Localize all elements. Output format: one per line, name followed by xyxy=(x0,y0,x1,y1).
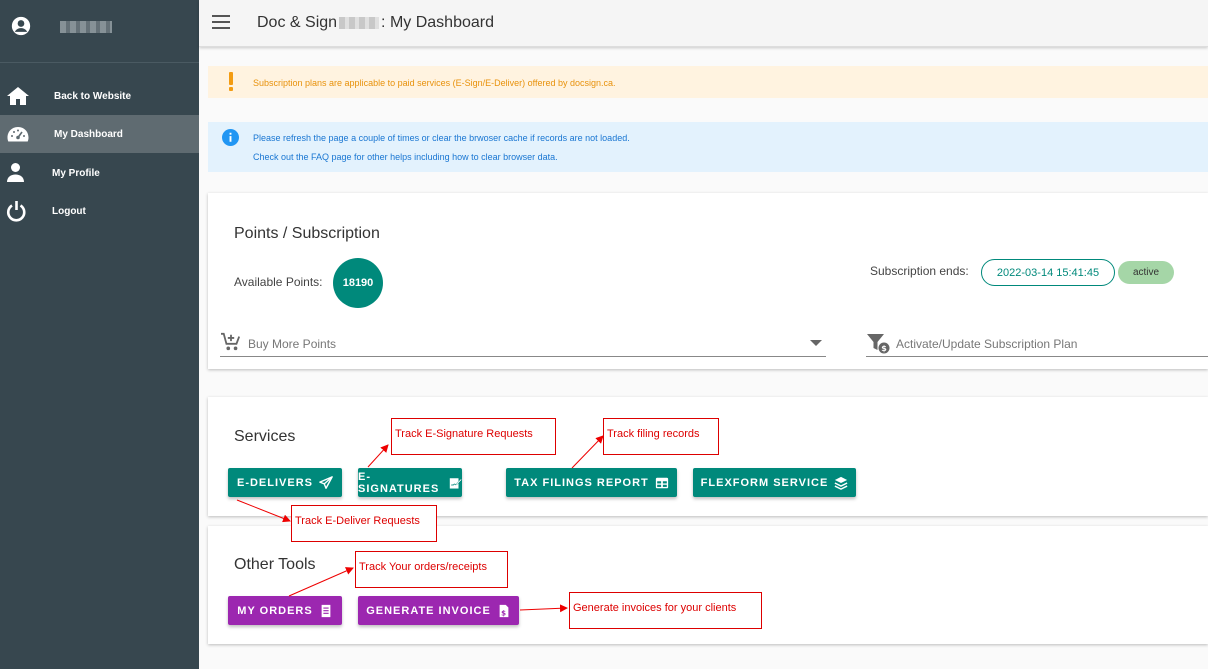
account-circle-icon[interactable] xyxy=(11,16,31,36)
sidebar-item-label: Back to Website xyxy=(54,90,132,102)
title-suffix: : My Dashboard xyxy=(381,14,494,31)
layers-icon xyxy=(834,476,848,490)
e-delivers-label: E-DELIVERS xyxy=(236,476,313,489)
sidebar-item-label: Logout xyxy=(52,205,86,217)
annotation-edeliver: Track E-Deliver Requests xyxy=(291,505,437,542)
hamburger-menu-icon[interactable] xyxy=(212,13,230,31)
flexform-service-button[interactable]: FLEXFORM SERVICE xyxy=(693,468,856,497)
title-prefix: Doc & Sign xyxy=(257,14,338,31)
e-delivers-button[interactable]: E-DELIVERS xyxy=(228,468,342,497)
annotation-orders: Track Your orders/receipts xyxy=(355,551,508,588)
signature-icon xyxy=(450,477,462,489)
sidebar-item-back-to-website[interactable]: Back to Website xyxy=(0,77,199,115)
annotation-esign: Track E-Signature Requests xyxy=(391,418,556,455)
subscription-ends-label: Subscription ends: xyxy=(870,264,969,278)
username-redacted xyxy=(60,21,112,33)
subscription-status-chip: active xyxy=(1118,261,1174,284)
subscription-date-chip: 2022-03-14 15:41:45 xyxy=(981,259,1115,286)
sidebar-item-label: My Dashboard xyxy=(54,128,123,140)
generate-invoice-button[interactable]: GENERATE INVOICE $ xyxy=(358,596,519,625)
invoice-dollar-icon: $ xyxy=(499,604,509,617)
title-redacted xyxy=(339,17,380,29)
annotation-tax: Track filing records xyxy=(603,418,719,455)
flexform-label: FLEXFORM SERVICE xyxy=(700,476,829,489)
sidebar-item-my-profile[interactable]: My Profile xyxy=(0,154,199,192)
exclamation-icon xyxy=(229,72,233,91)
filter-dollar-icon: $ xyxy=(867,334,890,354)
sidebar-item-label: My Profile xyxy=(52,167,100,179)
my-orders-button[interactable]: MY ORDERS xyxy=(228,596,342,625)
subscription-plan-select[interactable]: $ Activate/Update Subscription Plan xyxy=(866,330,1208,357)
generate-invoice-label: GENERATE INVOICE xyxy=(366,604,491,617)
dropdown-arrow-icon[interactable] xyxy=(810,340,822,346)
my-orders-label: MY ORDERS xyxy=(237,604,313,617)
annotation-invoice: Generate invoices for your clients xyxy=(569,592,762,629)
info-icon xyxy=(222,129,239,146)
paper-plane-icon xyxy=(319,475,333,489)
warning-alert: Subscription plans are applicable to pai… xyxy=(208,66,1208,98)
available-points-label: Available Points: xyxy=(234,275,323,289)
sidebar: Back to Website My Dashboard My Profile … xyxy=(0,0,199,669)
person-icon xyxy=(7,163,24,182)
available-points-value: 18190 xyxy=(333,258,383,308)
tax-filings-report-button[interactable]: TAX FILINGS REPORT xyxy=(506,468,677,497)
home-icon xyxy=(7,87,29,105)
e-signatures-label: E-SIGNATURES xyxy=(358,470,440,495)
services-card: Services xyxy=(208,397,1208,516)
dashboard-gauge-icon xyxy=(7,127,29,142)
e-signatures-button[interactable]: E-SIGNATURES xyxy=(358,468,462,497)
info-text-line2: Check out the FAQ page for other helps i… xyxy=(253,152,558,162)
info-text-line1: Please refresh the page a couple of time… xyxy=(253,133,630,143)
tax-filings-label: TAX FILINGS REPORT xyxy=(514,476,649,489)
page-title: Doc & Sign : My Dashboard xyxy=(257,14,494,32)
info-alert: Please refresh the page a couple of time… xyxy=(208,122,1208,172)
svg-text:$: $ xyxy=(881,344,887,353)
sidebar-item-my-dashboard[interactable]: My Dashboard xyxy=(0,115,199,153)
buy-points-placeholder: Buy More Points xyxy=(248,337,337,351)
top-app-bar: Doc & Sign : My Dashboard xyxy=(199,0,1208,47)
points-card-title: Points / Subscription xyxy=(234,225,380,242)
power-icon xyxy=(7,201,26,222)
sidebar-user xyxy=(0,0,199,63)
warning-text: Subscription plans are applicable to pai… xyxy=(253,78,616,88)
points-subscription-card: Points / Subscription Available Points: … xyxy=(208,193,1208,369)
other-tools-title: Other Tools xyxy=(234,556,316,573)
subscription-plan-placeholder: Activate/Update Subscription Plan xyxy=(896,337,1078,351)
cart-plus-icon xyxy=(221,332,241,351)
buy-points-select[interactable]: Buy More Points xyxy=(220,330,826,357)
services-title: Services xyxy=(234,428,296,445)
sidebar-item-logout[interactable]: Logout xyxy=(0,192,199,230)
receipt-icon xyxy=(321,604,331,617)
svg-text:$: $ xyxy=(501,609,507,617)
table-icon xyxy=(655,477,668,488)
